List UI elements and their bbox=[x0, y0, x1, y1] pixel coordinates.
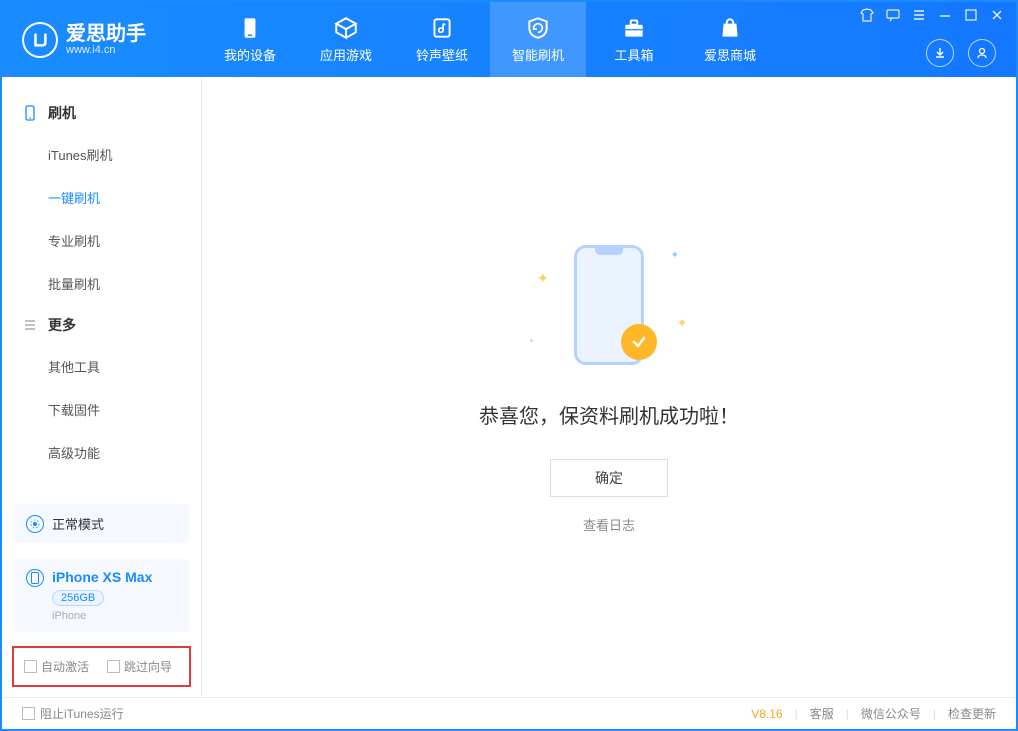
body: 刷机 iTunes刷机 一键刷机 专业刷机 批量刷机 更多 其他工具 下载固件 … bbox=[2, 77, 1016, 697]
sparkle-icon: ✦ bbox=[677, 316, 687, 330]
minimize-icon[interactable] bbox=[938, 8, 952, 22]
app-name: 爱思助手 bbox=[66, 24, 146, 44]
sidebar-spacer bbox=[2, 474, 201, 496]
sidebar-item-batch-flash[interactable]: 批量刷机 bbox=[2, 262, 201, 305]
separator: | bbox=[933, 707, 936, 721]
footer: 阻止iTunes运行 V8.16 | 客服 | 微信公众号 | 检查更新 bbox=[2, 697, 1016, 729]
version-label: V8.16 bbox=[751, 707, 782, 721]
checkbox-icon bbox=[107, 660, 120, 673]
option-label: 自动激活 bbox=[41, 658, 89, 675]
footer-link-support[interactable]: 客服 bbox=[810, 705, 834, 722]
checkbox-icon bbox=[22, 707, 35, 720]
footer-link-wechat[interactable]: 微信公众号 bbox=[861, 705, 921, 722]
logo-text: 爱思助手 www.i4.cn bbox=[66, 24, 146, 56]
list-icon bbox=[22, 317, 38, 333]
tab-label: 工具箱 bbox=[614, 45, 653, 64]
header-right-actions bbox=[926, 39, 996, 67]
checkbox-icon bbox=[24, 660, 37, 673]
tab-store[interactable]: 爱思商城 bbox=[682, 2, 778, 77]
device-name: iPhone XS Max bbox=[52, 569, 152, 585]
separator: | bbox=[846, 707, 849, 721]
bag-icon bbox=[717, 15, 743, 41]
skin-icon[interactable] bbox=[860, 8, 874, 22]
tab-label: 铃声壁纸 bbox=[416, 45, 468, 64]
mode-icon bbox=[26, 515, 44, 533]
device-capacity: 256GB bbox=[52, 589, 152, 606]
tab-label: 应用游戏 bbox=[320, 45, 372, 64]
block-itunes-checkbox[interactable]: 阻止iTunes运行 bbox=[22, 705, 124, 722]
sidebar-item-itunes-flash[interactable]: iTunes刷机 bbox=[2, 133, 201, 176]
tab-label: 我的设备 bbox=[224, 45, 276, 64]
sidebar-group-title: 刷机 bbox=[48, 103, 76, 123]
tab-ringtone-wallpaper[interactable]: 铃声壁纸 bbox=[394, 2, 490, 77]
download-icon bbox=[933, 46, 947, 60]
tab-smart-flash[interactable]: 智能刷机 bbox=[490, 2, 586, 77]
ok-button[interactable]: 确定 bbox=[550, 459, 668, 497]
success-illustration: ✦ ✦ + ✦ bbox=[519, 240, 699, 370]
maximize-icon[interactable] bbox=[964, 8, 978, 22]
app-header: 爱思助手 www.i4.cn 我的设备 应用游戏 铃声壁纸 智能刷机 工具箱 爱… bbox=[2, 2, 1016, 77]
sidebar-item-other-tools[interactable]: 其他工具 bbox=[2, 345, 201, 388]
cube-icon bbox=[333, 15, 359, 41]
sidebar-group-more: 更多 bbox=[2, 305, 201, 345]
toolbox-icon bbox=[621, 15, 647, 41]
skip-guide-checkbox[interactable]: 跳过向导 bbox=[107, 658, 172, 675]
success-message: 恭喜您，保资料刷机成功啦！ bbox=[479, 400, 739, 429]
auto-activate-checkbox[interactable]: 自动激活 bbox=[24, 658, 89, 675]
menu-icon[interactable] bbox=[912, 8, 926, 22]
user-icon bbox=[975, 46, 989, 60]
music-note-icon bbox=[429, 15, 455, 41]
download-button[interactable] bbox=[926, 39, 954, 67]
refresh-shield-icon bbox=[525, 15, 551, 41]
sparkle-icon: ✦ bbox=[671, 250, 679, 261]
footer-right: V8.16 | 客服 | 微信公众号 | 检查更新 bbox=[751, 705, 996, 722]
device-box[interactable]: iPhone XS Max 256GB iPhone bbox=[14, 559, 189, 632]
sidebar-group-title: 更多 bbox=[48, 315, 76, 335]
flash-options: 自动激活 跳过向导 bbox=[12, 646, 191, 687]
main-content: ✦ ✦ + ✦ 恭喜您，保资料刷机成功啦！ 确定 查看日志 bbox=[202, 77, 1016, 697]
device-icon bbox=[237, 15, 263, 41]
sidebar-group-flash: 刷机 bbox=[2, 93, 201, 133]
sidebar-item-download-firmware[interactable]: 下载固件 bbox=[2, 388, 201, 431]
sparkle-icon: ✦ bbox=[537, 270, 549, 287]
close-icon[interactable] bbox=[990, 8, 1004, 22]
block-itunes-label: 阻止iTunes运行 bbox=[40, 705, 124, 722]
sidebar-item-pro-flash[interactable]: 专业刷机 bbox=[2, 219, 201, 262]
tab-toolbox[interactable]: 工具箱 bbox=[586, 2, 682, 77]
mode-label: 正常模式 bbox=[52, 514, 104, 533]
sidebar-item-advanced[interactable]: 高级功能 bbox=[2, 431, 201, 474]
tab-label: 爱思商城 bbox=[704, 45, 756, 64]
tab-label: 智能刷机 bbox=[512, 45, 564, 64]
device-type: iPhone bbox=[52, 610, 152, 622]
logo-area: 爱思助手 www.i4.cn bbox=[2, 22, 202, 58]
user-button[interactable] bbox=[968, 39, 996, 67]
device-phone-icon bbox=[26, 569, 44, 587]
logo-icon bbox=[22, 22, 58, 58]
app-url: www.i4.cn bbox=[66, 44, 146, 56]
tab-apps-games[interactable]: 应用游戏 bbox=[298, 2, 394, 77]
main-tabs: 我的设备 应用游戏 铃声壁纸 智能刷机 工具箱 爱思商城 bbox=[202, 2, 778, 77]
option-label: 跳过向导 bbox=[124, 658, 172, 675]
view-log-link[interactable]: 查看日志 bbox=[583, 515, 635, 534]
separator: | bbox=[795, 707, 798, 721]
sparkle-icon: + bbox=[529, 336, 534, 345]
titlebar-controls bbox=[860, 8, 1004, 22]
check-badge-icon bbox=[621, 324, 657, 360]
mode-box[interactable]: 正常模式 bbox=[14, 504, 189, 543]
sidebar: 刷机 iTunes刷机 一键刷机 专业刷机 批量刷机 更多 其他工具 下载固件 … bbox=[2, 77, 202, 697]
feedback-icon[interactable] bbox=[886, 8, 900, 22]
phone-icon bbox=[22, 105, 38, 121]
tab-my-device[interactable]: 我的设备 bbox=[202, 2, 298, 77]
footer-link-update[interactable]: 检查更新 bbox=[948, 705, 996, 722]
sidebar-item-oneclick-flash[interactable]: 一键刷机 bbox=[2, 176, 201, 219]
